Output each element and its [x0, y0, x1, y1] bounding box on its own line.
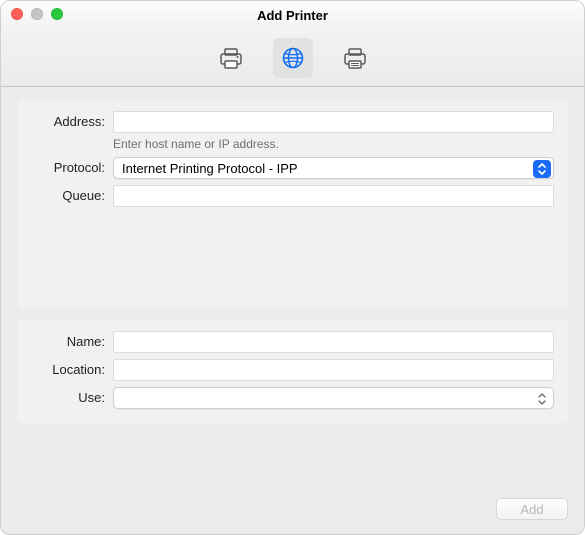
use-select[interactable]	[113, 387, 554, 409]
toolbar-default-mode[interactable]	[211, 38, 251, 78]
details-panel: Name: Location: Use:	[17, 319, 568, 423]
content: Address: Enter host name or IP address. …	[1, 87, 584, 488]
use-row: Use:	[31, 387, 554, 409]
toolbar-ip-mode[interactable]	[273, 38, 313, 78]
window-close-button[interactable]	[11, 8, 23, 20]
footer: Add	[1, 488, 584, 534]
add-button[interactable]: Add	[496, 498, 568, 520]
chevron-up-down-icon	[533, 160, 551, 178]
window-title: Add Printer	[257, 8, 328, 23]
globe-icon	[281, 46, 305, 70]
toolbar-windows-mode[interactable]	[335, 38, 375, 78]
location-row: Location:	[31, 359, 554, 381]
titlebar: Add Printer	[1, 1, 584, 29]
add-printer-window: Add Printer	[0, 0, 585, 535]
toolbar	[1, 29, 584, 87]
queue-label: Queue:	[31, 185, 113, 207]
printer-icon	[218, 46, 244, 70]
location-label: Location:	[31, 359, 113, 381]
window-zoom-button[interactable]	[51, 8, 63, 20]
name-input[interactable]	[113, 331, 554, 353]
window-controls	[11, 8, 63, 20]
protocol-label: Protocol:	[31, 157, 113, 179]
address-hint: Enter host name or IP address.	[113, 137, 554, 151]
name-row: Name:	[31, 331, 554, 353]
location-input[interactable]	[113, 359, 554, 381]
connection-panel: Address: Enter host name or IP address. …	[17, 99, 568, 309]
protocol-row: Protocol: Internet Printing Protocol - I…	[31, 157, 554, 179]
chevron-up-down-icon	[533, 390, 551, 408]
protocol-value: Internet Printing Protocol - IPP	[122, 161, 531, 176]
address-label: Address:	[31, 111, 113, 133]
window-minimize-button[interactable]	[31, 8, 43, 20]
queue-input[interactable]	[113, 185, 554, 207]
address-input[interactable]	[113, 111, 554, 133]
address-row: Address: Enter host name or IP address.	[31, 111, 554, 151]
protocol-select[interactable]: Internet Printing Protocol - IPP	[113, 157, 554, 179]
windows-printer-icon	[342, 46, 368, 70]
name-label: Name:	[31, 331, 113, 353]
queue-row: Queue:	[31, 185, 554, 225]
use-label: Use:	[31, 387, 113, 409]
queue-hint	[113, 211, 554, 225]
